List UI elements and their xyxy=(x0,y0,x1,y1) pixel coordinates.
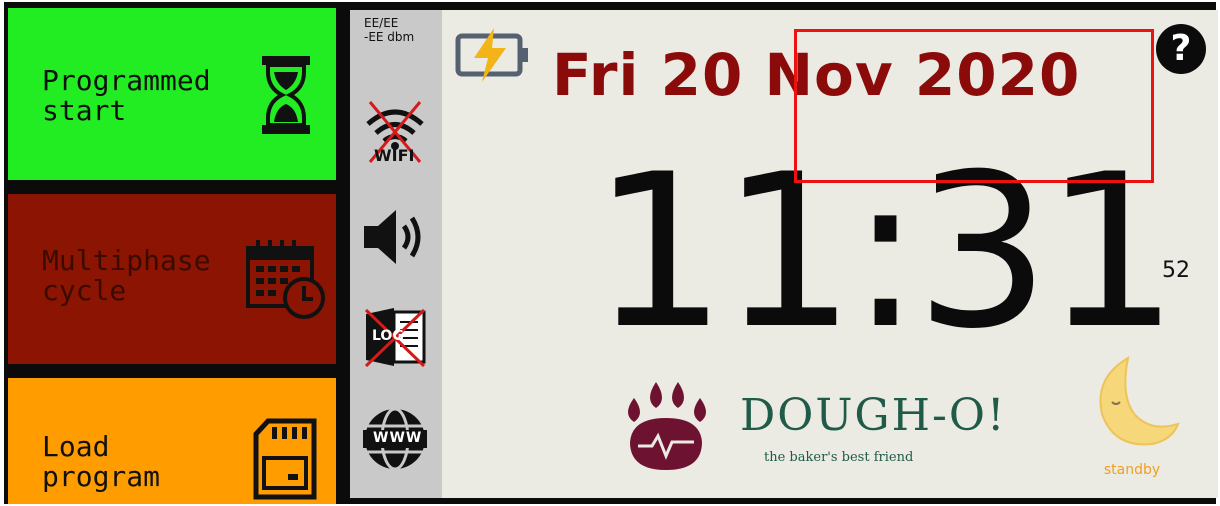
paw-icon xyxy=(628,382,706,470)
brand-name: DOUGH-O! xyxy=(740,390,1007,441)
seconds-display: 52 xyxy=(1162,258,1190,283)
web-status-button[interactable]: WWW xyxy=(360,406,430,472)
brand-tagline: the baker's best friend xyxy=(764,450,914,465)
log-label: LOG xyxy=(372,328,404,344)
programmed-start-button[interactable]: Programmed start xyxy=(8,8,336,180)
help-icon: ? xyxy=(1170,28,1192,69)
multiphase-cycle-button[interactable]: Multiphase cycle xyxy=(8,194,336,364)
speaker-icon[interactable] xyxy=(360,206,430,268)
signal-strength-text: EE/EE -EE dbm xyxy=(364,16,415,44)
programmed-start-label: Programmed start xyxy=(42,64,211,127)
status-sidebar: EE/EE -EE dbm WIFI LOG WWW xyxy=(350,10,442,498)
standby-label: standby xyxy=(1103,462,1161,478)
highlight-box xyxy=(794,29,1154,183)
wifi-label: WIFI xyxy=(374,146,415,165)
help-button[interactable]: ? xyxy=(1156,24,1206,74)
log-status-button[interactable]: LOG xyxy=(360,306,430,368)
web-label: WWW xyxy=(373,430,423,446)
load-program-label: Load program xyxy=(42,430,161,493)
sd-card-icon xyxy=(253,418,317,500)
multiphase-cycle-label: Multiphase cycle xyxy=(42,244,211,307)
oven-control-screen: Programmed start Multiphase cycle Load p… xyxy=(4,2,1218,504)
moon-icon xyxy=(1099,356,1180,446)
hourglass-icon xyxy=(262,56,310,134)
load-program-button[interactable]: Load program xyxy=(8,378,336,504)
main-display: Fri 20 Nov 2020 11:31 52 ? DOUGH-O! the … xyxy=(442,10,1218,498)
battery-bolt-icon xyxy=(455,28,528,82)
calendar-clock-icon xyxy=(246,240,325,319)
standby-button[interactable]: standby xyxy=(1082,354,1182,484)
wifi-status-button[interactable]: WIFI xyxy=(360,96,430,168)
